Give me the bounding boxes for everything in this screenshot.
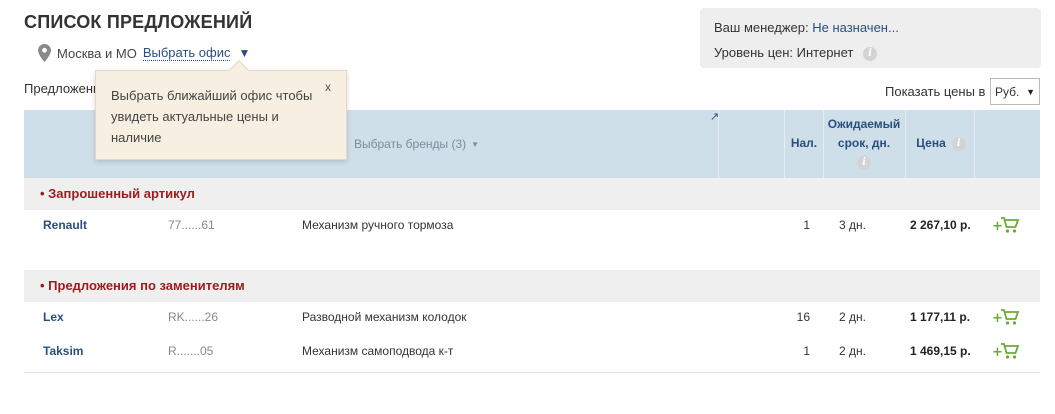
column-separator	[974, 110, 975, 178]
brand-link[interactable]: Lex	[43, 310, 64, 324]
column-separator	[784, 110, 785, 178]
manager-value-link[interactable]: Не назначен...	[812, 20, 899, 35]
table-row: Lex RK......26 Разводной механизм колодо…	[24, 302, 1040, 332]
tooltip-notch	[229, 60, 249, 80]
delivery-term: 2 дн.	[839, 310, 866, 324]
price-column-header: Цена i	[908, 134, 974, 153]
manager-label: Ваш менеджер:	[714, 20, 809, 35]
info-icon[interactable]: i	[857, 155, 871, 170]
stock-quantity: 16	[796, 310, 810, 324]
currency-value: Руб.	[995, 84, 1020, 99]
price-column-label: Цена	[916, 136, 946, 150]
table-row: Renault 77......61 Механизм ручного торм…	[24, 210, 1040, 240]
close-icon[interactable]: x	[325, 77, 331, 98]
delivery-term: 2 дн.	[839, 344, 866, 358]
article-number: RK......26	[168, 310, 219, 324]
price: 1 177,11 р.	[910, 310, 971, 324]
brand-link[interactable]: Taksim	[43, 344, 83, 358]
expected-term-line1: Ожидаемый	[827, 117, 901, 131]
qty-column-header: Нал.	[790, 136, 818, 150]
delivery-term: 3 дн.	[839, 218, 866, 232]
location-bar: Москва и МО Выбрать офис ▼	[38, 44, 250, 62]
choose-office-link[interactable]: Выбрать офис	[142, 45, 231, 61]
group-requested-article: • Запрошенный артикул	[24, 178, 1040, 210]
show-prices-label: Показать цены в	[885, 84, 986, 99]
part-description: Разводной механизм колодок	[302, 310, 467, 324]
column-separator	[905, 110, 906, 178]
location-city: Москва и МО	[57, 45, 137, 61]
info-icon[interactable]: i	[863, 46, 877, 61]
group-substitutes: • Предложения по заменителям	[24, 270, 1040, 302]
brands-filter-label: Выбрать бренды (3)	[354, 137, 467, 151]
info-icon[interactable]: i	[951, 136, 966, 151]
tooltip-text: Выбрать ближайший офис чтобы увидеть акт…	[111, 88, 313, 145]
stock-quantity: 1	[803, 344, 810, 358]
stock-quantity: 1	[803, 218, 810, 232]
price-level-value: Интернет	[796, 45, 854, 60]
office-tooltip: x Выбрать ближайший офис чтобы увидеть а…	[95, 60, 347, 160]
price: 2 267,10 р.	[910, 218, 971, 232]
add-to-cart-icon[interactable]: +	[992, 340, 1022, 362]
currency-select[interactable]: Руб. ▼	[990, 78, 1040, 105]
table-row: Taksim R.......05 Механизм самоподвода к…	[24, 336, 1040, 366]
location-pin-icon	[38, 44, 51, 62]
expected-term-line2: срок, дн.	[837, 136, 891, 150]
article-number: 77......61	[168, 218, 215, 232]
table-bottom-divider	[24, 372, 1040, 373]
column-separator	[718, 110, 719, 178]
svg-text:+: +	[992, 345, 1003, 360]
article-number: R.......05	[168, 344, 214, 358]
part-description: Механизм самоподвода к-т	[302, 344, 454, 358]
brand-link[interactable]: Renault	[43, 218, 87, 232]
expected-term-column-header: Ожидаемый срок, дн. i	[824, 115, 904, 172]
svg-text:+: +	[992, 219, 1003, 234]
offers-label: Предложения	[24, 81, 104, 96]
part-description: Механизм ручного тормоза	[302, 218, 454, 232]
brands-filter[interactable]: Выбрать бренды (3) ▼	[354, 137, 479, 151]
triangle-down-icon: ▼	[471, 140, 480, 150]
price: 1 469,15 р.	[910, 344, 971, 358]
chevron-down-icon[interactable]: ▼	[238, 46, 250, 60]
page-title: СПИСОК ПРЕДЛОЖЕНИЙ	[24, 12, 253, 32]
add-to-cart-icon[interactable]: +	[992, 306, 1022, 328]
svg-text:+: +	[992, 311, 1003, 326]
manager-info-box: Ваш менеджер: Не назначен... Уровень цен…	[700, 8, 1041, 68]
add-to-cart-icon[interactable]: +	[992, 214, 1022, 236]
caret-down-icon: ▼	[1026, 86, 1035, 97]
price-level-label: Уровень цен:	[714, 45, 794, 60]
